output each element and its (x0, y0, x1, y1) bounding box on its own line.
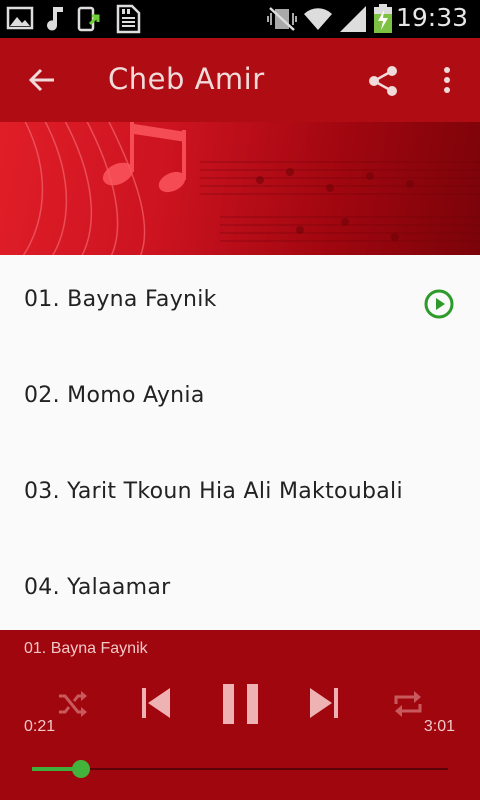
seek-bar[interactable] (32, 768, 448, 770)
track-list: 01. Bayna Faynik 02. Momo Aynia 03. Yari… (0, 255, 480, 630)
elapsed-time: 0:21 (24, 718, 56, 735)
back-arrow-icon[interactable] (26, 64, 58, 100)
track-title: 03. Yarit Tkoun Hia Ali Maktoubali (24, 479, 403, 504)
pause-icon[interactable] (221, 682, 261, 730)
total-duration: 3:01 (423, 718, 455, 735)
shuffle-icon[interactable] (56, 688, 88, 724)
track-item[interactable]: 03. Yarit Tkoun Hia Ali Maktoubali (0, 447, 480, 543)
track-item[interactable]: 02. Momo Aynia (0, 351, 480, 447)
app-bar: Cheb Amir (0, 38, 480, 122)
track-item[interactable]: 04. Yalaamar (0, 543, 480, 639)
player-panel: 01. Bayna Faynik 0:21 3:01 (0, 630, 480, 800)
download-sync-icon (76, 4, 106, 38)
music-notes-art (22, 122, 480, 255)
next-icon[interactable] (308, 686, 340, 724)
sd-card-icon (114, 4, 142, 38)
share-icon[interactable] (367, 64, 401, 102)
track-title: 04. Yalaamar (24, 575, 171, 600)
wifi-icon (302, 4, 334, 38)
seek-thumb[interactable] (72, 760, 91, 778)
now-playing-title: 01. Bayna Faynik (24, 640, 148, 657)
gallery-icon (6, 4, 34, 36)
track-item[interactable]: 01. Bayna Faynik (0, 255, 480, 351)
music-note-icon (44, 4, 68, 36)
page-title: Cheb Amir (108, 62, 265, 96)
status-bar: 19:33 (0, 0, 480, 38)
battery-charging-icon (372, 4, 394, 38)
album-banner (0, 122, 480, 255)
track-title: 01. Bayna Faynik (24, 287, 217, 312)
more-vert-icon[interactable] (437, 66, 457, 100)
signal-icon (338, 4, 368, 38)
mute-vibrate-icon (266, 4, 298, 38)
play-circle-icon[interactable] (423, 288, 455, 324)
repeat-icon[interactable] (392, 688, 424, 724)
status-time: 19:33 (395, 3, 468, 32)
previous-icon[interactable] (140, 686, 172, 724)
track-title: 02. Momo Aynia (24, 383, 205, 408)
